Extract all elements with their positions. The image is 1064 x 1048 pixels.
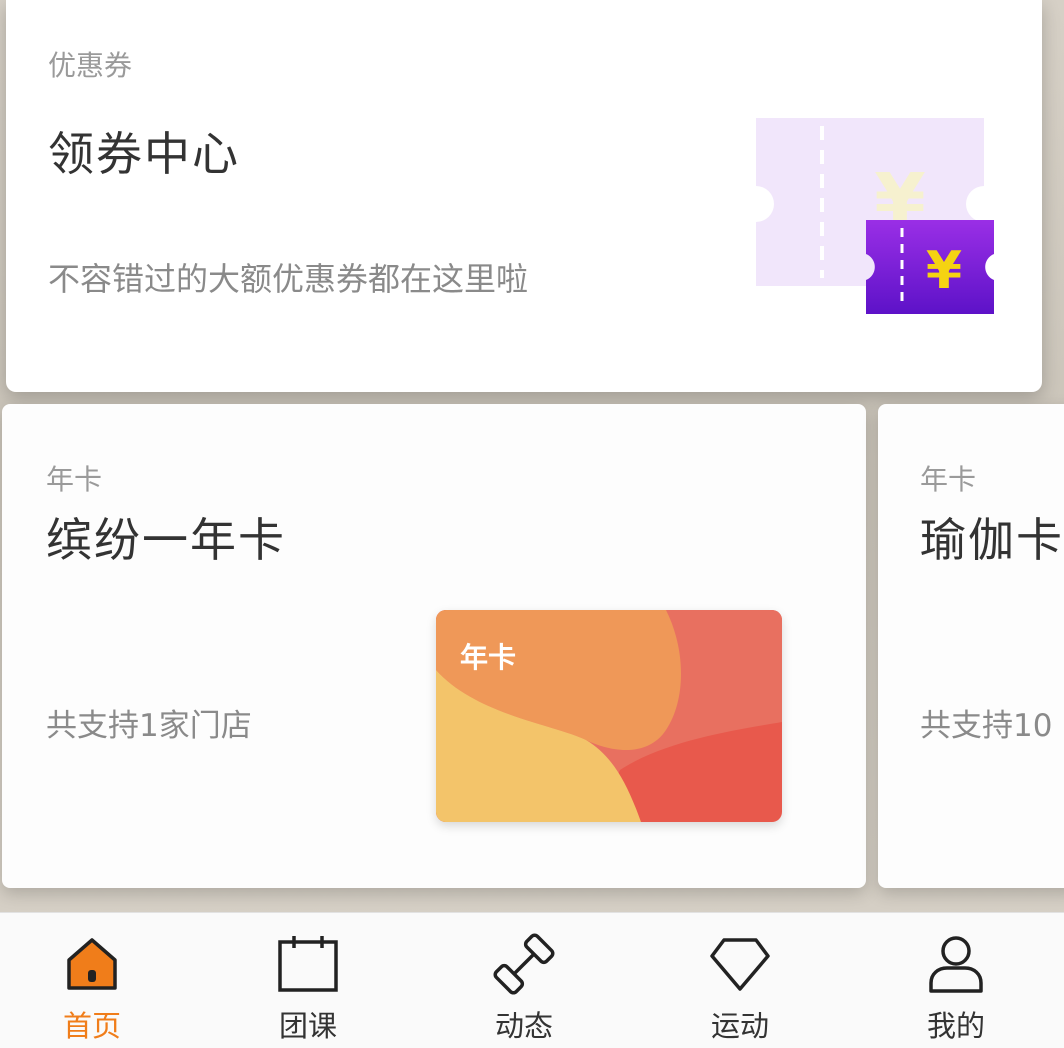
tab-label: 首页 <box>62 1009 121 1043</box>
card-category: 年卡 <box>920 463 977 496</box>
home-icon <box>56 931 128 997</box>
tab-feed[interactable]: 动态 <box>444 913 604 1048</box>
card-name: 瑜伽卡 <box>920 513 1064 567</box>
bottom-tab-bar: 首页 团课 动态 运动 我的 <box>0 912 1064 1048</box>
tab-label: 我的 <box>926 1009 985 1043</box>
tab-label: 动态 <box>494 1009 553 1043</box>
dumbbell-icon <box>488 931 560 997</box>
card-name: 缤纷一年卡 <box>46 513 286 567</box>
membership-card-yoga[interactable]: 年卡 瑜伽卡 共支持10 <box>878 404 1064 888</box>
card-store-count: 共支持10 <box>920 708 1053 744</box>
tab-mine[interactable]: 我的 <box>876 913 1036 1048</box>
coupon-category: 优惠券 <box>48 49 133 82</box>
card-store-count: 共支持1家门店 <box>46 708 252 744</box>
tab-group-class[interactable]: 团课 <box>228 913 388 1048</box>
card-illustration: 年卡 <box>436 610 782 822</box>
coupon-ticket-icon: ¥ <box>866 220 994 314</box>
card-category: 年卡 <box>46 463 103 496</box>
membership-card-annual[interactable]: 年卡 缤纷一年卡 共支持1家门店 年卡 <box>2 404 866 888</box>
tab-sport[interactable]: 运动 <box>660 913 820 1048</box>
card-illustration-label: 年卡 <box>460 641 517 674</box>
tab-home[interactable]: 首页 <box>12 913 172 1048</box>
user-icon <box>920 931 992 997</box>
svg-text:¥: ¥ <box>926 241 962 301</box>
tab-label: 团课 <box>278 1009 337 1043</box>
diamond-icon <box>704 931 776 997</box>
calendar-icon <box>272 931 344 997</box>
coupon-center-card[interactable]: 优惠券 领券中心 不容错过的大额优惠券都在这里啦 ¥ ¥ <box>6 0 1042 392</box>
coupon-title: 领券中心 <box>48 127 240 181</box>
tab-label: 运动 <box>710 1009 769 1043</box>
coupon-description: 不容错过的大额优惠券都在这里啦 <box>48 260 529 298</box>
